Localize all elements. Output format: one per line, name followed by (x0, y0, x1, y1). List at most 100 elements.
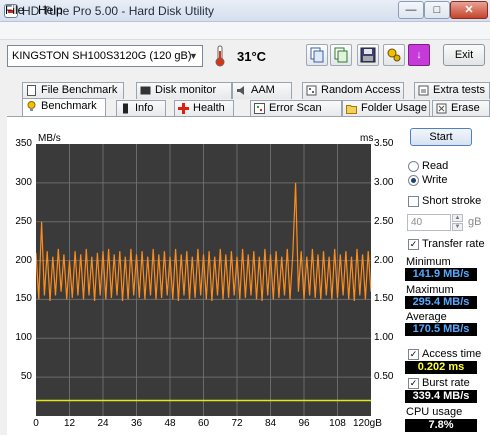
disk-monitor-icon (140, 86, 151, 95)
short-stroke-checkbox[interactable] (408, 196, 419, 207)
y-tick-left: 300 (15, 176, 32, 188)
x-tick: 0 (33, 418, 39, 429)
transfer-rate-label: Transfer rate (422, 238, 485, 250)
y-tick-left: 200 (15, 254, 32, 266)
spin-up-icon[interactable]: ▲ (452, 214, 463, 222)
tab-info[interactable]: Info (116, 100, 166, 117)
y-tick-left: 100 (15, 332, 32, 344)
tab-erase[interactable]: Erase (432, 100, 490, 117)
erase-icon (436, 103, 447, 114)
minimize-button[interactable]: — (398, 1, 424, 19)
write-label: Write (422, 174, 448, 186)
write-radio[interactable] (408, 175, 419, 186)
tab-health[interactable]: Health (174, 100, 234, 117)
access-time-checkbox[interactable]: ✓ (408, 349, 419, 360)
x-tick: 48 (164, 418, 176, 429)
save-icon[interactable] (357, 44, 379, 66)
tab-label: Extra tests (433, 84, 485, 96)
read-radio[interactable] (408, 161, 419, 172)
y-tick-left: 250 (15, 215, 32, 227)
minimum-label: Minimum (406, 256, 451, 268)
x-tick: 108 (329, 418, 346, 429)
start-button[interactable]: Start (410, 128, 472, 146)
benchmark-icon (27, 101, 36, 111)
maximum-label: Maximum (406, 284, 454, 296)
transfer-rate-checkbox[interactable]: ✓ (408, 239, 419, 250)
error-scan-icon (254, 103, 265, 114)
x-tick: 72 (231, 418, 243, 429)
copy-info-icon[interactable] (330, 44, 352, 66)
average-value: 170.5 MB/s (405, 323, 477, 336)
cpu-usage-label: CPU usage (406, 406, 463, 418)
tab-label: AAM (251, 84, 275, 96)
health-icon (178, 103, 189, 114)
info-icon (123, 103, 128, 114)
average-label: Average (406, 311, 447, 323)
tab-random-access[interactable]: Random Access (302, 82, 404, 99)
benchmark-chart (35, 144, 372, 416)
short-stroke-input[interactable]: 40 (407, 214, 451, 231)
x-tick: 96 (298, 418, 310, 429)
y-tick-right: 2.50 (374, 215, 394, 227)
extra-tests-icon (418, 85, 429, 96)
burst-rate-checkbox[interactable]: ✓ (408, 378, 419, 389)
tab-aam[interactable]: AAM (232, 82, 292, 99)
read-label: Read (422, 160, 449, 172)
y-tick-right: 1.00 (374, 332, 394, 344)
short-stroke-unit: gB (468, 216, 482, 228)
exit-button[interactable]: Exit (443, 44, 485, 66)
tab-label: Erase (451, 102, 480, 114)
minimum-value: 141.9 MB/s (405, 268, 477, 281)
access-time-label: Access time (422, 348, 482, 360)
menu-file[interactable]: File (5, 3, 24, 17)
maximize-button[interactable]: □ (424, 1, 450, 19)
x-tick: 12 (63, 418, 76, 429)
short-stroke-label: Short stroke (422, 195, 482, 207)
tab-label: Folder Usage (361, 102, 428, 114)
tab-folder-usage[interactable]: Folder Usage (342, 100, 430, 117)
random-access-icon (306, 85, 317, 96)
y-tick-right: 0.50 (374, 371, 394, 383)
x-tick: 36 (130, 418, 143, 429)
tab-label: Random Access (321, 84, 401, 96)
y-tick-right: 3.50 (374, 138, 394, 149)
tab-label: Disk monitor (155, 84, 217, 96)
copy-icon[interactable] (306, 44, 328, 66)
tab-label: Health (193, 102, 225, 114)
access-time-value: 0.202 ms (405, 361, 477, 374)
speaker-icon (237, 86, 244, 95)
y-tick-right: 2.00 (374, 254, 394, 266)
tab-benchmark[interactable]: Benchmark (22, 98, 106, 117)
tab-label: Error Scan (269, 102, 322, 114)
y-tick-right: 1.50 (374, 293, 394, 305)
thermometer-icon (215, 45, 225, 67)
menu-bar (0, 22, 490, 40)
y-tick-left: 350 (15, 138, 32, 149)
maximum-value: 295.4 MB/s (405, 296, 477, 309)
options-icon[interactable] (383, 44, 405, 66)
tab-extra-tests[interactable]: Extra tests (414, 82, 490, 99)
download-icon[interactable]: ↓ (408, 44, 430, 66)
tab-error-scan[interactable]: Error Scan (250, 100, 342, 117)
tab-label: File Benchmark (41, 84, 118, 96)
menu-help[interactable]: Help (38, 3, 63, 17)
drive-select[interactable]: KINGSTON SH100S3120G (120 gB) (7, 45, 203, 67)
x-tick: 84 (264, 418, 277, 429)
x-tick: 120gB (353, 418, 382, 429)
tab-label: Benchmark (41, 100, 97, 112)
y-tick-right: 3.00 (374, 176, 394, 188)
y-axis-unit-left: MB/s (38, 133, 61, 144)
tab-file-benchmark[interactable]: File Benchmark (22, 82, 124, 99)
x-tick: 24 (97, 418, 109, 429)
y-axis-unit-right: ms (360, 133, 374, 144)
spin-down-icon[interactable]: ▼ (452, 223, 463, 231)
y-tick-left: 50 (20, 371, 32, 383)
close-button[interactable]: ✕ (450, 1, 488, 19)
burst-rate-value: 339.4 MB/s (405, 390, 477, 403)
burst-rate-label: Burst rate (422, 377, 470, 389)
tab-label: Info (135, 102, 154, 114)
tab-disk-monitor[interactable]: Disk monitor (136, 82, 232, 99)
chevron-down-icon[interactable]: ▼ (185, 46, 202, 66)
folder-icon (346, 105, 357, 114)
chart-svg (35, 144, 372, 416)
